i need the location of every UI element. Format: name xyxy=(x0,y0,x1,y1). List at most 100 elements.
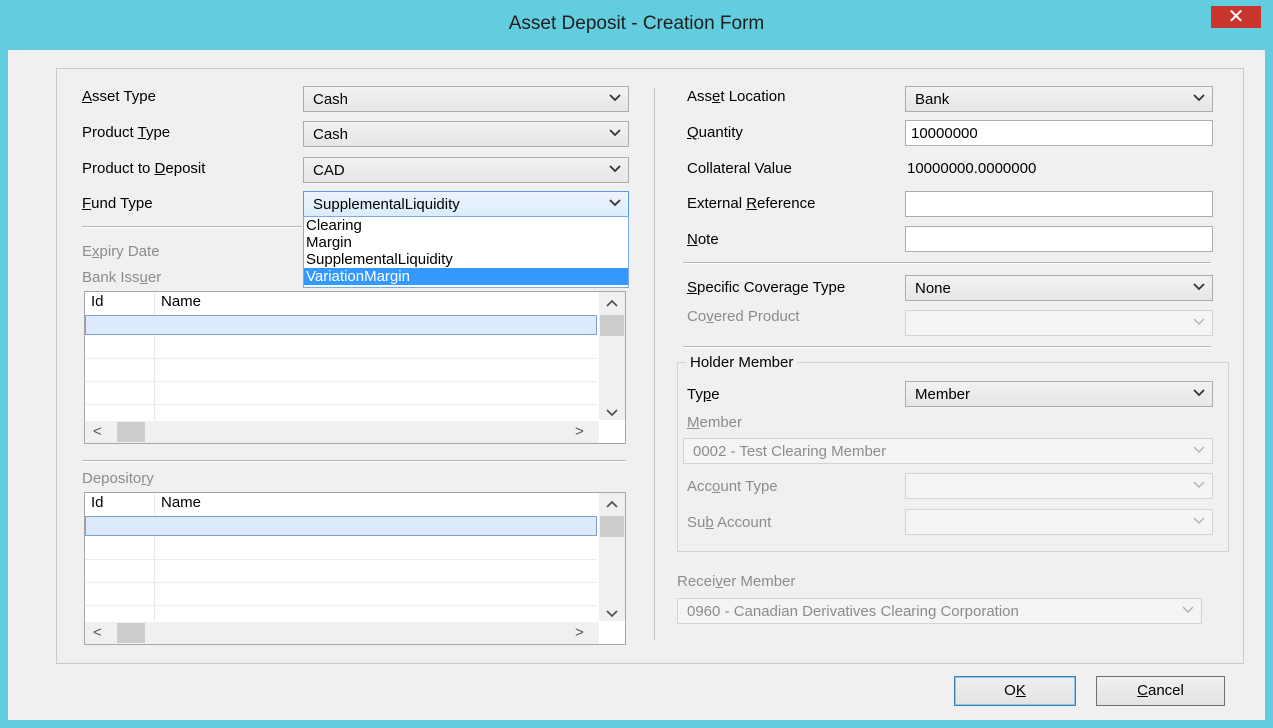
horizontal-scrollbar[interactable]: < > xyxy=(85,421,599,443)
scroll-thumb[interactable] xyxy=(600,315,624,336)
holder-type-combobox[interactable]: Member xyxy=(905,381,1213,407)
column-header-id[interactable]: Id xyxy=(91,292,104,312)
scroll-down-icon[interactable] xyxy=(606,605,618,622)
chevron-down-icon xyxy=(1193,385,1205,400)
table-row[interactable] xyxy=(85,315,597,335)
asset-type-label: Asset Type xyxy=(82,88,156,105)
product-type-combobox[interactable]: Cash xyxy=(303,121,629,147)
scroll-thumb[interactable] xyxy=(600,516,624,537)
covered-product-combobox[interactable] xyxy=(905,310,1213,336)
chevron-down-icon xyxy=(1193,314,1205,329)
dropdown-option-clearing[interactable]: Clearing xyxy=(304,217,628,234)
asset-location-label: Asset Location xyxy=(687,88,786,105)
account-type-label: Account Type xyxy=(687,478,778,495)
product-to-deposit-combobox[interactable]: CAD xyxy=(303,157,629,183)
asset-type-combobox[interactable]: Cash xyxy=(303,86,629,112)
quantity-label: Quantity xyxy=(687,124,743,141)
receiver-member-label: Receiver Member xyxy=(677,573,796,590)
asset-location-value: Bank xyxy=(915,91,950,108)
horizontal-scrollbar[interactable]: < > xyxy=(85,622,599,644)
sub-account-label: Sub Account xyxy=(687,514,772,531)
specific-coverage-type-combobox[interactable]: None xyxy=(905,275,1213,301)
chevron-down-icon xyxy=(1193,442,1205,457)
window-frame-left xyxy=(0,50,8,728)
chevron-down-icon xyxy=(1193,477,1205,492)
table-row[interactable] xyxy=(85,358,597,359)
asset-location-combobox[interactable]: Bank xyxy=(905,86,1213,112)
member-combobox[interactable]: 0002 - Test Clearing Member xyxy=(683,438,1213,464)
scroll-up-icon[interactable] xyxy=(606,294,618,311)
divider xyxy=(82,460,626,462)
holder-type-label: Type xyxy=(687,386,720,403)
scroll-up-icon[interactable] xyxy=(606,495,618,512)
chevron-down-icon xyxy=(609,161,621,176)
window-frame-bottom xyxy=(0,720,1273,728)
chevron-down-icon xyxy=(1193,90,1205,105)
holder-type-value: Member xyxy=(915,386,971,403)
sub-account-combobox[interactable] xyxy=(905,509,1213,535)
chevron-down-icon xyxy=(609,90,621,105)
ok-button[interactable]: OK xyxy=(954,676,1076,706)
member-label: Member xyxy=(687,414,743,431)
window-frame-right xyxy=(1265,50,1273,728)
divider xyxy=(683,262,1211,264)
cancel-button[interactable]: Cancel xyxy=(1096,676,1225,706)
scroll-thumb[interactable] xyxy=(117,623,145,643)
table-row[interactable] xyxy=(85,516,597,536)
quantity-value: 10000000 xyxy=(911,125,978,142)
specific-coverage-type-label: Specific Coverage Type xyxy=(687,279,846,296)
product-type-value: Cash xyxy=(313,126,349,143)
account-type-combobox[interactable] xyxy=(905,473,1213,499)
scroll-left-icon[interactable]: < xyxy=(93,423,102,440)
divider xyxy=(82,226,302,228)
member-value: 0002 - Test Clearing Member xyxy=(693,443,887,460)
expiry-date-label: Expiry Date xyxy=(82,243,160,260)
window-title: Asset Deposit - Creation Form xyxy=(508,13,765,34)
scroll-down-icon[interactable] xyxy=(606,404,618,421)
title-bar: Asset Deposit - Creation Form ✕ xyxy=(0,0,1273,50)
specific-coverage-type-value: None xyxy=(915,280,951,297)
quantity-field[interactable]: 10000000 xyxy=(905,120,1213,146)
vertical-scrollbar[interactable] xyxy=(599,292,625,420)
collateral-value-label: Collateral Value xyxy=(687,160,792,177)
bank-issuer-grid[interactable]: Id Name < > xyxy=(84,291,626,444)
depository-label: Depository xyxy=(82,470,154,487)
fund-type-combobox[interactable]: SupplementalLiquidity xyxy=(303,191,629,217)
dropdown-option-supplementalliquidity[interactable]: SupplementalLiquidity xyxy=(304,251,628,268)
close-button[interactable]: ✕ xyxy=(1211,6,1261,28)
external-reference-label: External Reference xyxy=(687,195,816,212)
note-field[interactable] xyxy=(905,226,1213,252)
asset-type-value: Cash xyxy=(313,91,349,108)
fund-type-dropdown-list[interactable]: Clearing Margin SupplementalLiquidity Va… xyxy=(303,216,629,288)
receiver-member-combobox[interactable]: 0960 - Canadian Derivatives Clearing Cor… xyxy=(677,598,1202,624)
table-row[interactable] xyxy=(85,381,597,382)
column-divider xyxy=(154,292,155,420)
vertical-scrollbar[interactable] xyxy=(599,493,625,621)
column-header-name[interactable]: Name xyxy=(161,493,201,513)
table-row[interactable] xyxy=(85,404,597,405)
product-to-deposit-label: Product to Deposit xyxy=(82,160,206,177)
scroll-left-icon[interactable]: < xyxy=(93,624,102,641)
close-icon: ✕ xyxy=(1227,6,1245,28)
holder-member-legend: Holder Member xyxy=(686,354,798,371)
chevron-down-icon xyxy=(1193,513,1205,528)
dropdown-option-margin[interactable]: Margin xyxy=(304,234,628,251)
table-row[interactable] xyxy=(85,582,597,583)
dropdown-option-variationmargin[interactable]: VariationMargin xyxy=(304,268,628,285)
scroll-thumb[interactable] xyxy=(117,422,145,442)
depository-grid[interactable]: Id Name < > xyxy=(84,492,626,645)
note-label: Note xyxy=(687,231,719,248)
chevron-down-icon xyxy=(609,195,621,210)
scroll-right-icon[interactable]: > xyxy=(575,423,584,440)
table-row[interactable] xyxy=(85,605,597,606)
collateral-value: 10000000.0000000 xyxy=(907,160,1037,177)
column-divider xyxy=(154,493,155,621)
external-reference-field[interactable] xyxy=(905,191,1213,217)
bank-issuer-label: Bank Issuer xyxy=(82,269,162,286)
table-row[interactable] xyxy=(85,559,597,560)
column-header-name[interactable]: Name xyxy=(161,292,201,312)
column-header-id[interactable]: Id xyxy=(91,493,104,513)
chevron-down-icon xyxy=(1182,602,1194,617)
scroll-right-icon[interactable]: > xyxy=(575,624,584,641)
covered-product-label: Covered Product xyxy=(687,308,800,325)
